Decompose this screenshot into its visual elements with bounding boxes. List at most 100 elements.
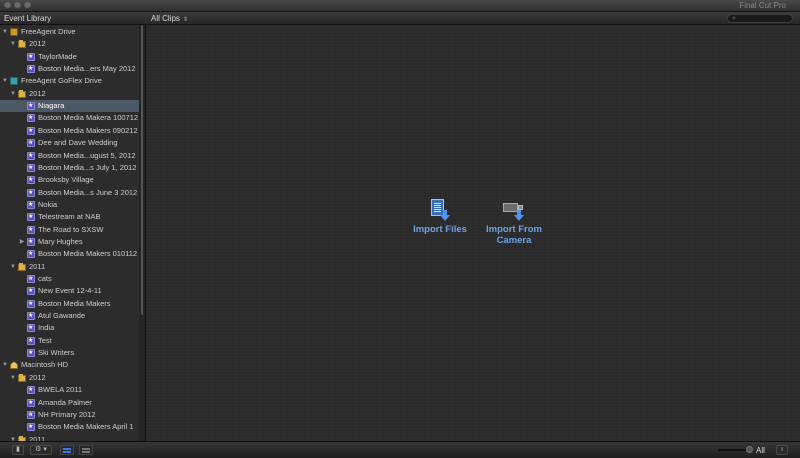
event-star-icon	[27, 51, 35, 63]
import-from-camera-button[interactable]: Import From Camera	[480, 199, 548, 246]
event-item[interactable]: Atul Gawande	[0, 310, 139, 322]
item-label: Ski Writers	[38, 348, 75, 358]
item-label: Atul Gawande	[38, 311, 86, 321]
zoom-window-button[interactable]	[24, 2, 31, 9]
show-hide-library-button[interactable]: ▮	[12, 445, 24, 455]
sidebar-scrollbar[interactable]	[139, 25, 146, 441]
duration-filter-all[interactable]: All	[756, 446, 765, 455]
event-item[interactable]: Boston Media Makers 090212	[0, 125, 139, 137]
item-label: Boston Media Makera 100712	[38, 113, 139, 123]
event-star-icon	[27, 112, 35, 124]
search-field[interactable]: ⌕	[727, 14, 793, 23]
year-folder-item[interactable]: ▼ 2011	[0, 434, 139, 441]
event-star-icon	[27, 150, 35, 162]
close-window-button[interactable]	[4, 2, 11, 9]
year-folder-item[interactable]: ▼ 2012	[0, 88, 139, 100]
event-item[interactable]: ▶ Mary Hughes	[0, 236, 139, 248]
item-label: Macintosh HD	[21, 360, 69, 370]
event-item[interactable]: Boston Media Makers 010112	[0, 248, 139, 260]
clip-appearance-button[interactable]: ı	[776, 445, 788, 455]
event-item[interactable]: Boston Media Makera 100712	[0, 112, 139, 124]
import-files-label: Import Files	[413, 224, 467, 235]
item-label: NH Primary 2012	[38, 409, 96, 419]
hard-drive-icon	[10, 361, 18, 370]
event-item[interactable]: Brooksby Village	[0, 174, 139, 186]
event-star-icon	[27, 273, 35, 285]
event-item[interactable]: BWELA 2011	[0, 384, 139, 396]
filmstrip-view-button[interactable]	[60, 445, 74, 455]
event-item[interactable]: Boston Media...ers May 2012	[0, 63, 139, 75]
list-view-button[interactable]	[79, 445, 93, 455]
year-folder-item[interactable]: ▼ 2011	[0, 261, 139, 273]
item-label: New Event 12-4-11	[38, 286, 102, 296]
event-star-icon	[27, 137, 35, 149]
event-star-icon	[27, 409, 35, 421]
event-star-icon	[27, 335, 35, 347]
year-folder-item[interactable]: ▼ 2012	[0, 38, 139, 50]
app-title: Final Cut Pro	[739, 1, 786, 10]
event-item[interactable]: Boston Media Makers April 1	[0, 421, 139, 433]
event-item[interactable]: Test	[0, 335, 139, 347]
clip-zoom-slider[interactable]	[718, 446, 753, 453]
event-item[interactable]: The Road to SXSW	[0, 224, 139, 236]
drive-icon	[10, 77, 18, 86]
event-item[interactable]: Boston Media...ugust 5, 2012	[0, 150, 139, 162]
item-label: Boston Media...ugust 5, 2012	[38, 150, 136, 160]
year-folder-item[interactable]: ▼ 2012	[0, 372, 139, 384]
event-item[interactable]: Boston Media...s June 3 2012	[0, 187, 139, 199]
event-library-title: Event Library	[4, 14, 52, 23]
slider-knob[interactable]	[746, 446, 753, 453]
event-item[interactable]: Boston Media Makers	[0, 298, 139, 310]
scrollbar-thumb[interactable]	[141, 25, 143, 315]
item-label: FreeAgent Drive	[21, 27, 76, 36]
import-files-button[interactable]: Import Files	[410, 199, 470, 235]
item-label: Dee and Dave Wedding	[38, 138, 118, 148]
disclosure-open-icon[interactable]: ▼	[9, 88, 17, 100]
drive-item[interactable]: ▼ FreeAgent Drive	[0, 26, 139, 38]
item-label: Niagara	[38, 101, 65, 111]
event-item[interactable]: cats	[0, 273, 139, 285]
item-label: Boston Media Makers April 1	[38, 422, 134, 432]
event-item[interactable]: Dee and Dave Wedding	[0, 137, 139, 149]
event-star-icon	[27, 322, 35, 334]
item-label: 2011	[29, 434, 46, 441]
disclosure-open-icon[interactable]: ▼	[9, 372, 17, 384]
disclosure-open-icon[interactable]: ▼	[1, 75, 9, 87]
event-star-icon	[27, 248, 35, 260]
event-star-icon	[27, 187, 35, 199]
item-label: 2012	[29, 39, 46, 49]
event-item[interactable]: India	[0, 322, 139, 334]
disclosure-closed-icon[interactable]: ▶	[18, 236, 26, 248]
folder-icon	[18, 40, 26, 49]
item-label: India	[38, 323, 55, 333]
minimize-window-button[interactable]	[14, 2, 21, 9]
item-label: Telestream at NAB	[38, 212, 101, 222]
drive-item[interactable]: ▼ Macintosh HD	[0, 359, 139, 371]
event-item[interactable]: Telestream at NAB	[0, 211, 139, 223]
event-star-icon	[27, 347, 35, 359]
clips-filter-dropdown[interactable]: All Clips ⇕	[151, 14, 188, 23]
disclosure-open-icon[interactable]: ▼	[1, 359, 9, 371]
disclosure-open-icon[interactable]: ▼	[9, 38, 17, 50]
item-label: Boston Media Makers	[38, 298, 111, 308]
event-star-icon	[27, 310, 35, 322]
drive-item[interactable]: ▼ FreeAgent GoFlex Drive	[0, 75, 139, 87]
event-item[interactable]: Boston Media...s July 1, 2012	[0, 162, 139, 174]
event-star-icon	[27, 421, 35, 433]
action-gear-menu[interactable]: ⚙ ▾	[30, 445, 52, 455]
event-item[interactable]: Amanda Palmer	[0, 397, 139, 409]
toolbar: Event Library All Clips ⇕ ⌕	[0, 12, 800, 25]
event-item[interactable]: NH Primary 2012	[0, 409, 139, 421]
disclosure-open-icon[interactable]: ▼	[9, 261, 17, 273]
event-item[interactable]: Niagara	[0, 100, 139, 113]
event-browser: Import Files Import From Camera	[146, 25, 800, 441]
event-item[interactable]: Ski Writers	[0, 347, 139, 359]
event-item[interactable]: TaylorMade	[0, 51, 139, 63]
disclosure-open-icon[interactable]: ▼	[1, 26, 9, 38]
folder-icon	[18, 373, 26, 382]
event-item[interactable]: Nokia	[0, 199, 139, 211]
disclosure-open-icon[interactable]: ▼	[9, 434, 17, 441]
event-item[interactable]: New Event 12-4-11	[0, 285, 139, 297]
item-label: Boston Media...s June 3 2012	[38, 187, 138, 197]
item-label: FreeAgent GoFlex Drive	[21, 76, 102, 86]
